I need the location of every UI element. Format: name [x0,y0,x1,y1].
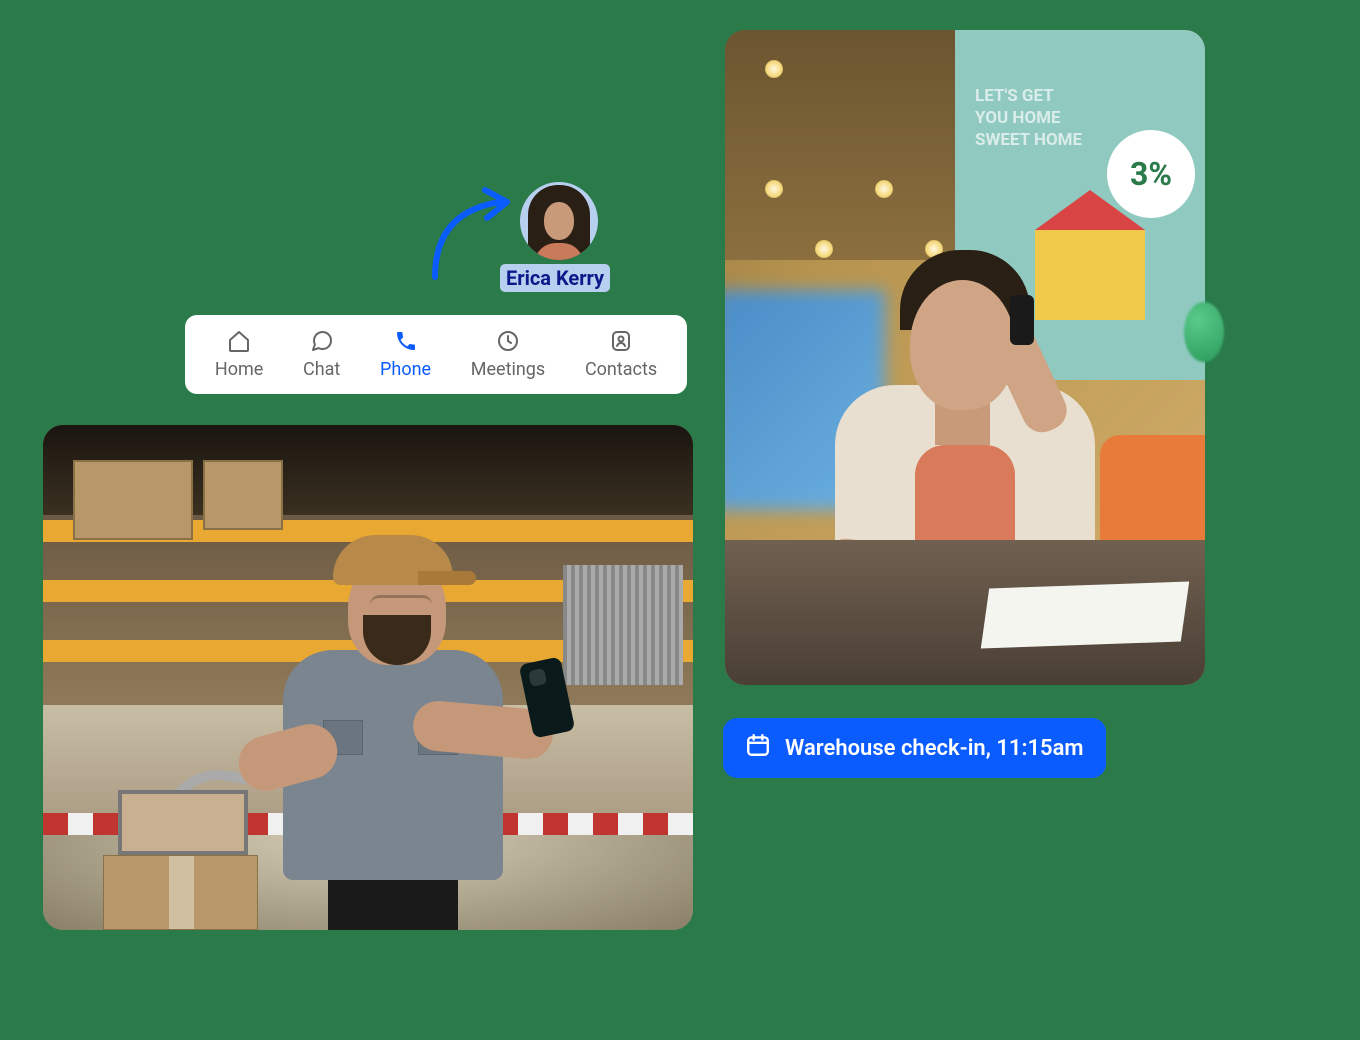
nav-chat[interactable]: Chat [303,329,340,380]
calendar-event-label: Warehouse check-in, 11:15am [785,736,1084,761]
nav-label: Chat [303,359,340,380]
nav-bar: Home Chat Phone Meetings Contacts [185,315,687,394]
nav-home[interactable]: Home [215,329,263,380]
poster-text: LET'S GET YOU HOME SWEET HOME [975,85,1082,151]
warehouse-man-photo [43,425,693,930]
nav-label: Contacts [585,359,657,380]
home-icon [227,329,251,353]
man-figure [233,510,553,930]
contacts-icon [609,329,633,353]
nav-label: Meetings [471,359,545,380]
contact-badge: Erica Kerry [420,172,620,302]
nav-phone[interactable]: Phone [380,329,431,380]
nav-meetings[interactable]: Meetings [471,329,545,380]
nav-label: Phone [380,359,431,380]
phone-icon [394,329,418,353]
chat-icon [310,329,334,353]
calendar-icon [745,732,771,764]
contact-avatar [520,182,598,260]
office-woman-photo: LET'S GET YOU HOME SWEET HOME 3% [725,30,1205,685]
decorative-balloon [1184,302,1224,362]
contact-name: Erica Kerry [500,264,610,292]
clock-icon [496,329,520,353]
calendar-event-chip[interactable]: Warehouse check-in, 11:15am [723,718,1106,778]
nav-contacts[interactable]: Contacts [585,329,657,380]
nav-label: Home [215,359,263,380]
